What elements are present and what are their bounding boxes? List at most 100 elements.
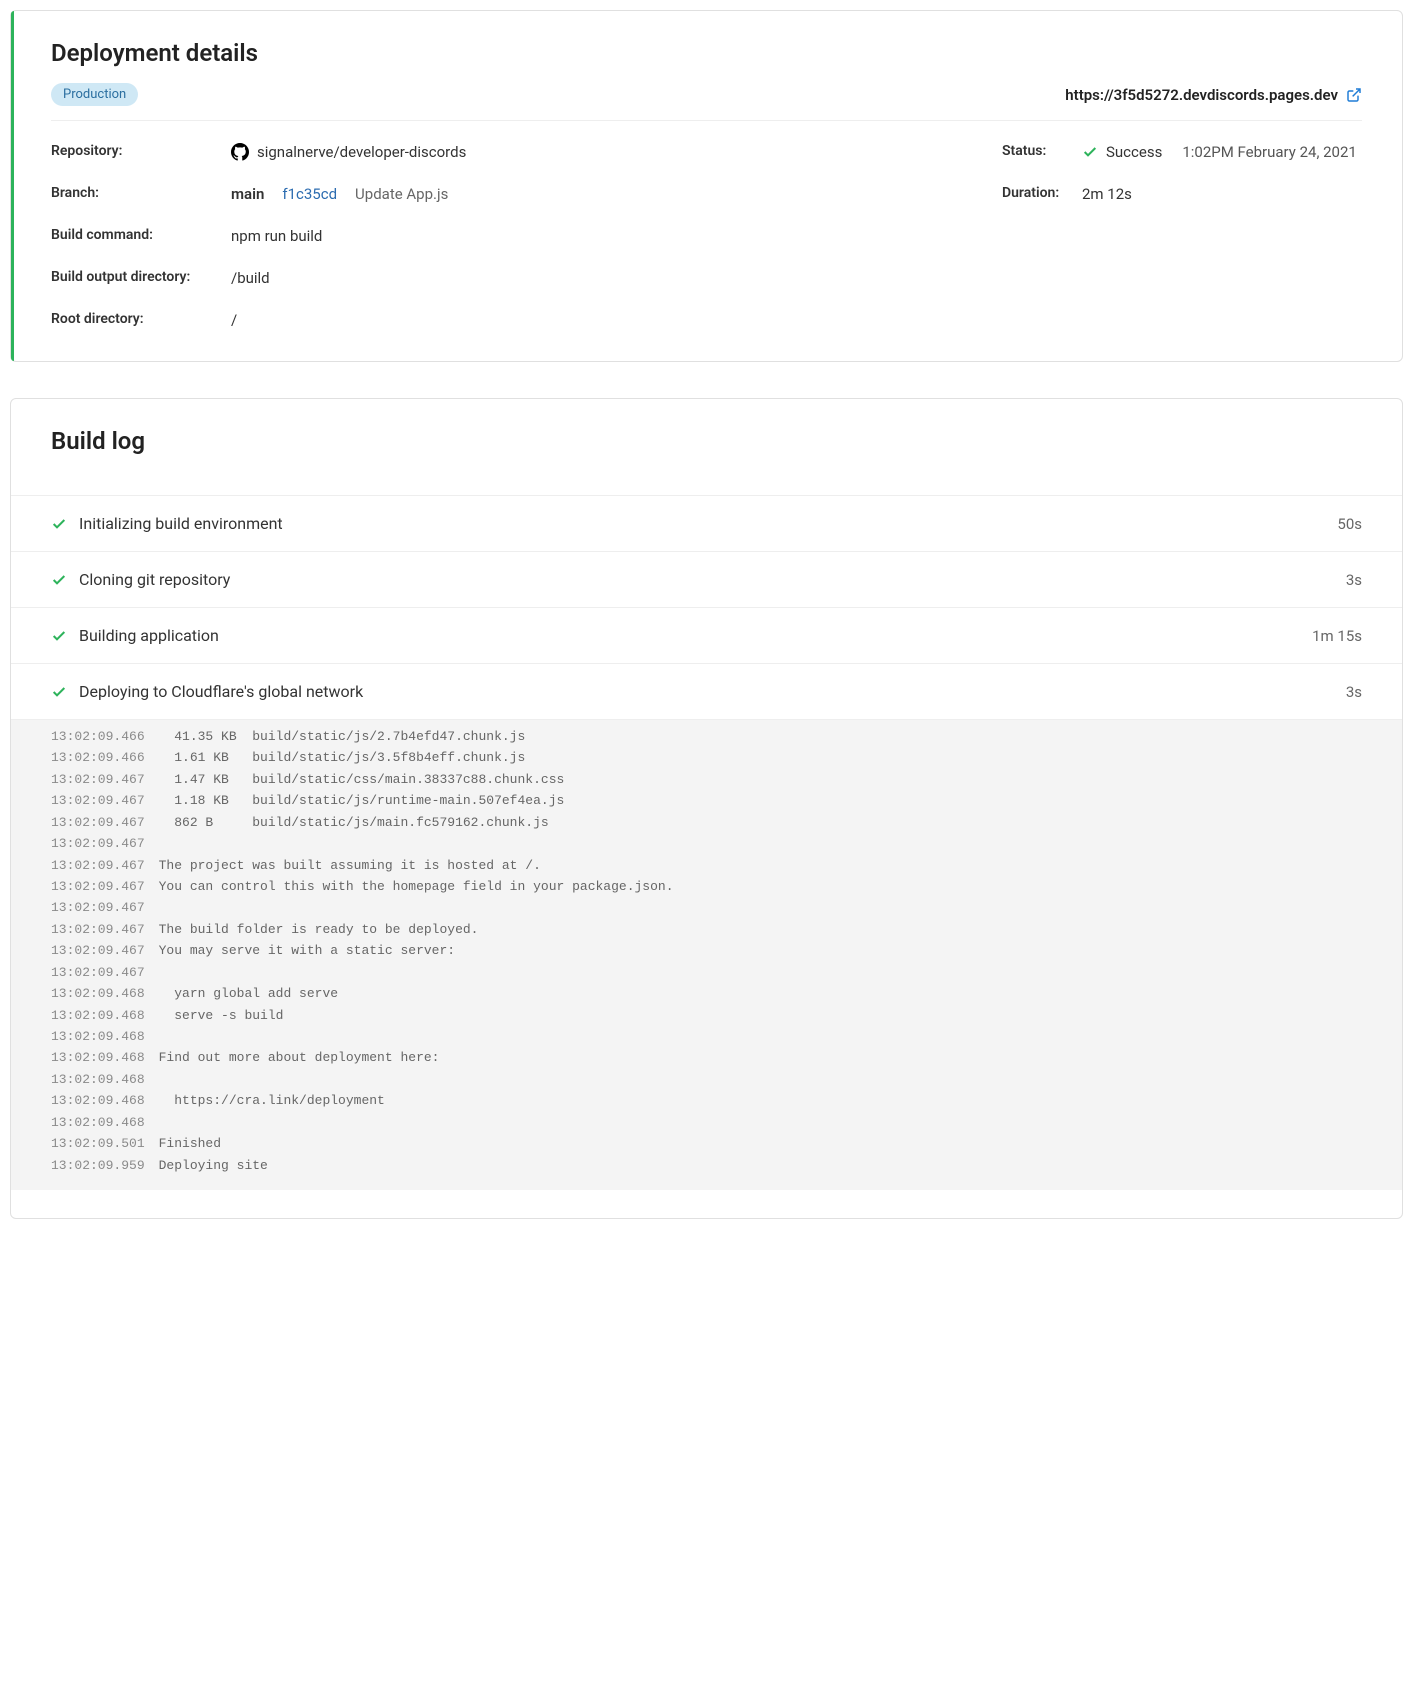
log-line: 13:02:09.466 41.35 KB build/static/js/2.… (51, 726, 1362, 747)
details-title: Deployment details (51, 39, 1362, 67)
log-timestamp: 13:02:09.468 (51, 1112, 145, 1133)
root-dir-label: Root directory: (51, 311, 231, 329)
build-step-row[interactable]: Cloning git repository 3s (11, 552, 1402, 608)
build-step-row[interactable]: Deploying to Cloudflare's global network… (11, 664, 1402, 720)
log-message: Find out more about deployment here: (159, 1047, 440, 1068)
info-right-column: Status: Success 1:02PM February 24, 2021… (1002, 143, 1362, 329)
log-line: 13:02:09.467 (51, 897, 1362, 918)
build-command-value: npm run build (231, 227, 962, 245)
details-header-row: Production https://3f5d5272.devdiscords.… (51, 83, 1362, 121)
build-step-label: Deploying to Cloudflare's global network (79, 682, 363, 701)
log-message: 862 B build/static/js/main.fc579162.chun… (159, 812, 549, 833)
log-line: 13:02:09.467 The build folder is ready to… (51, 919, 1362, 940)
log-line: 13:02:09.467 You may serve it with a stat… (51, 940, 1362, 961)
log-line: 13:02:09.467The project was built assumi… (51, 855, 1362, 876)
build-step-row[interactable]: Initializing build environment 50s (11, 495, 1402, 552)
log-line: 13:02:09.467 1.47 KB build/static/css/ma… (51, 769, 1362, 790)
log-line: 13:02:09.467 You can control this with th… (51, 876, 1362, 897)
deployment-url-text: https://3f5d5272.devdiscords.pages.dev (1065, 86, 1338, 104)
log-message: 1.61 KB build/static/js/3.5f8b4eff.chunk… (159, 747, 526, 768)
log-timestamp: 13:02:09.468 (51, 1047, 145, 1068)
build-step-duration: 3s (1346, 571, 1362, 589)
check-icon (51, 684, 67, 700)
log-timestamp: 13:02:09.467 (51, 855, 145, 876)
log-message: You may serve it with a static server: (159, 940, 455, 961)
status-label: Status: (1002, 143, 1082, 161)
commit-hash-link[interactable]: f1c35cd (282, 185, 337, 203)
environment-badge: Production (51, 83, 138, 106)
build-step-duration: 1m 15s (1312, 627, 1362, 645)
log-timestamp: 13:02:09.467 (51, 790, 145, 811)
status-value-row: Success 1:02PM February 24, 2021 (1082, 143, 1362, 161)
log-timestamp: 13:02:09.466 (51, 726, 145, 747)
root-dir-value: / (231, 311, 962, 329)
repository-name: signalnerve/developer-discords (257, 143, 466, 161)
build-step-label: Cloning git repository (79, 570, 230, 589)
branch-label: Branch: (51, 185, 231, 203)
branch-value: main f1c35cd Update App.js (231, 185, 962, 203)
duration-label: Duration: (1002, 185, 1082, 203)
build-log-card: Build log Initializing build environment… (10, 398, 1403, 1219)
log-message: serve -s build (159, 1005, 284, 1026)
log-message: 1.47 KB build/static/css/main.38337c88.c… (159, 769, 565, 790)
log-timestamp: 13:02:09.468 (51, 1069, 145, 1090)
log-timestamp: 13:02:09.467 (51, 876, 145, 897)
deployment-url-link[interactable]: https://3f5d5272.devdiscords.pages.dev (1065, 86, 1362, 104)
log-line: 13:02:09.468 (51, 1112, 1362, 1133)
log-timestamp: 13:02:09.467 (51, 940, 145, 961)
log-timestamp: 13:02:09.466 (51, 747, 145, 768)
build-step-left: Cloning git repository (51, 570, 230, 589)
github-icon (231, 143, 249, 161)
log-message: You can control this with the homepage f… (159, 876, 674, 897)
build-step-left: Initializing build environment (51, 514, 283, 533)
log-timestamp: 13:02:09.468 (51, 1005, 145, 1026)
deployment-details-card: Deployment details Production https://3f… (10, 10, 1403, 362)
build-steps-list: Initializing build environment 50s Cloning… (11, 495, 1402, 720)
log-timestamp: 13:02:09.501 (51, 1133, 145, 1154)
check-icon (1082, 144, 1098, 160)
log-line: 13:02:09.466 1.61 KB build/static/js/3.5… (51, 747, 1362, 768)
check-icon (51, 572, 67, 588)
log-message: 1.18 KB build/static/js/runtime-main.507… (159, 790, 565, 811)
build-step-label: Initializing build environment (79, 514, 283, 533)
log-line: 13:02:09.468 serve -s build (51, 1005, 1362, 1026)
build-step-left: Deploying to Cloudflare's global network (51, 682, 363, 701)
log-line: 13:02:09.467 1.18 KB build/static/js/run… (51, 790, 1362, 811)
log-line: 13:02:09.501 Finished (51, 1133, 1362, 1154)
build-output-label: Build output directory: (51, 269, 231, 287)
build-step-row[interactable]: Building application 1m 15s (11, 608, 1402, 664)
log-message: yarn global add serve (159, 983, 338, 1004)
check-icon (51, 628, 67, 644)
branch-name: main (231, 185, 264, 203)
build-step-left: Building application (51, 626, 219, 645)
external-link-icon (1346, 87, 1362, 103)
log-timestamp: 13:02:09.959 (51, 1155, 145, 1176)
info-grid: Repository: signalnerve/developer-discor… (51, 143, 1362, 329)
build-log-title: Build log (11, 427, 1402, 455)
log-timestamp: 13:02:09.468 (51, 983, 145, 1004)
log-message: Finished (159, 1133, 221, 1154)
log-timestamp: 13:02:09.467 (51, 769, 145, 790)
info-left-column: Repository: signalnerve/developer-discor… (51, 143, 962, 329)
build-command-label: Build command: (51, 227, 231, 245)
log-timestamp: 13:02:09.467 (51, 919, 145, 940)
status-time: 1:02PM February 24, 2021 (1182, 143, 1357, 161)
check-icon (51, 516, 67, 532)
log-message: 41.35 KB build/static/js/2.7b4efd47.chun… (159, 726, 526, 747)
build-step-duration: 50s (1337, 515, 1362, 533)
log-timestamp: 13:02:09.468 (51, 1090, 145, 1111)
log-message: https://cra.link/deployment (159, 1090, 385, 1111)
log-line: 13:02:09.468 https://cra.link/deployment (51, 1090, 1362, 1111)
status-text: Success (1106, 143, 1162, 161)
build-output-value: /build (231, 269, 962, 287)
duration-value: 2m 12s (1082, 185, 1362, 203)
build-log-output[interactable]: 13:02:09.457File sizes after gzip:13:02:… (11, 720, 1402, 1190)
log-message: Deploying site (159, 1155, 268, 1176)
log-message: The build folder is ready to be deployed… (159, 919, 479, 940)
build-step-duration: 3s (1346, 683, 1362, 701)
log-line: 13:02:09.468 (51, 1069, 1362, 1090)
log-line: 13:02:09.468 yarn global add serve (51, 983, 1362, 1004)
log-line: 13:02:09.468 Find out more about deployme… (51, 1047, 1362, 1068)
commit-message: Update App.js (355, 185, 448, 203)
log-timestamp: 13:02:09.467 (51, 962, 145, 983)
